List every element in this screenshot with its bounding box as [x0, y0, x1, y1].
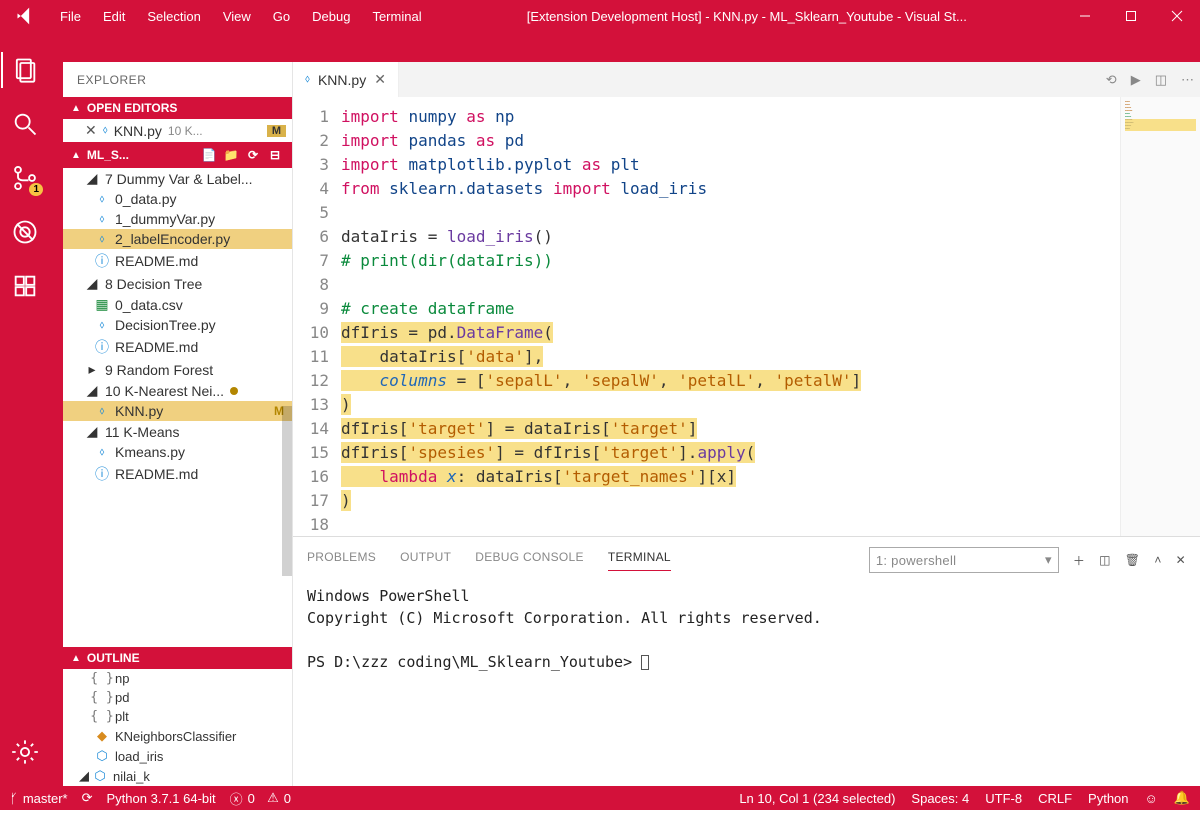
minimap[interactable]: ▬▬▬▬▬▬▬▬▬▬▬▬▬▬▬▬▬▬▬▬▬▬▬▬▬▬▬▬▬▬▬▬▬▬▬▬▬▬▬▬… — [1120, 97, 1200, 536]
scm-badge: 1 — [29, 183, 43, 196]
window-title: [Extension Development Host] - KNN.py - … — [432, 9, 1062, 24]
explorer-view-icon[interactable] — [1, 46, 49, 94]
new-terminal-icon[interactable]: ＋ — [1073, 552, 1085, 569]
modified-badge: M — [267, 125, 286, 137]
code-content[interactable]: import numpy as npimport pandas as pdimp… — [341, 97, 1200, 536]
open-editor-item[interactable]: ✕ ⬨ KNN.py 10 K... M — [63, 119, 292, 142]
folder-item[interactable]: ◢8 Decision Tree — [63, 273, 292, 294]
collapse-all-icon[interactable]: ⊟ — [266, 146, 284, 164]
settings-gear-icon[interactable] — [1, 728, 49, 776]
split-editor-icon[interactable]: ◫ — [1155, 72, 1167, 88]
compare-changes-icon[interactable]: ⟲ — [1106, 72, 1117, 88]
maximize-button[interactable] — [1108, 0, 1154, 32]
python-file-icon: ⬨ — [103, 124, 108, 137]
terminal-select[interactable]: 1: powershell▾ — [869, 547, 1059, 573]
file-item[interactable]: ⬨Kmeans.py — [63, 442, 292, 462]
encoding-status[interactable]: UTF-8 — [985, 791, 1022, 806]
editor-area: ⬨ KNN.py ✕ ⟲ ▶ ◫ ⋯ 123456789101112131415… — [293, 62, 1200, 786]
menu-selection[interactable]: Selection — [137, 3, 210, 30]
modified-dot — [230, 387, 238, 395]
menu-edit[interactable]: Edit — [93, 3, 135, 30]
run-icon[interactable]: ▶ — [1131, 72, 1141, 88]
eol-status[interactable]: CRLF — [1038, 791, 1072, 806]
status-bar: ᚶ master* ⟳ Python 3.7.1 64-bit ⓧ 0 ⚠ 0 … — [0, 786, 1200, 810]
menu-bar: File Edit Selection View Go Debug Termin… — [50, 3, 432, 30]
new-folder-icon[interactable]: 📁 — [222, 146, 240, 164]
window-controls — [1062, 0, 1200, 32]
sidebar: EXPLORER ▲OPEN EDITORS ✕ ⬨ KNN.py 10 K..… — [63, 62, 293, 786]
file-item[interactable]: ⓘREADME.md — [63, 462, 292, 486]
search-view-icon[interactable] — [1, 100, 49, 148]
line-number-gutter: 123456789101112131415161718 — [293, 97, 341, 536]
file-item[interactable]: ⬨2_labelEncoder.py — [63, 229, 292, 249]
folder-item[interactable]: ▸9 Random Forest — [63, 359, 292, 380]
file-item[interactable]: ⬨1_dummyVar.py — [63, 209, 292, 229]
folder-item[interactable]: ◢11 K-Means — [63, 421, 292, 442]
editor-tabs: ⬨ KNN.py ✕ ⟲ ▶ ◫ ⋯ — [293, 62, 1200, 97]
outline-item[interactable]: { }plt — [63, 707, 292, 726]
outline-item[interactable]: ◆KNeighborsClassifier — [63, 726, 292, 746]
more-actions-icon[interactable]: ⋯ — [1181, 72, 1194, 88]
minimize-button[interactable] — [1062, 0, 1108, 32]
close-panel-icon[interactable]: ✕ — [1176, 553, 1186, 567]
file-item[interactable]: ▦0_data.csv — [63, 294, 292, 315]
bottom-panel: PROBLEMS OUTPUT DEBUG CONSOLE TERMINAL 1… — [293, 536, 1200, 786]
code-editor[interactable]: 123456789101112131415161718 import numpy… — [293, 97, 1200, 536]
panel-tab-debug-console[interactable]: DEBUG CONSOLE — [475, 550, 584, 570]
maximize-panel-icon[interactable]: ˄ — [1154, 553, 1161, 567]
activity-bar: 1 — [0, 32, 50, 786]
debug-view-icon[interactable] — [1, 208, 49, 256]
outline-tree: { }np{ }pd{ }plt◆KNeighborsClassifier⬡lo… — [63, 669, 292, 786]
file-item[interactable]: ⬨DecisionTree.py — [63, 315, 292, 335]
folder-item[interactable]: ◢7 Dummy Var & Label... — [63, 168, 292, 189]
title-bar: File Edit Selection View Go Debug Termin… — [0, 0, 1200, 32]
outline-item[interactable]: ⬡load_iris — [63, 746, 292, 766]
notifications-icon[interactable]: 🔔 — [1174, 790, 1190, 806]
menu-terminal[interactable]: Terminal — [362, 3, 431, 30]
language-status[interactable]: Python — [1088, 791, 1128, 806]
menu-view[interactable]: View — [213, 3, 261, 30]
vscode-logo-icon — [0, 6, 50, 26]
outline-item[interactable]: ◢⬡nilai_k — [63, 766, 292, 786]
file-item[interactable]: ⓘREADME.md — [63, 249, 292, 273]
tab-knn[interactable]: ⬨ KNN.py ✕ — [293, 62, 399, 97]
problems-status[interactable]: ⓧ 0 ⚠ 0 — [230, 789, 291, 808]
kill-terminal-icon[interactable]: 🗑 — [1125, 553, 1141, 567]
python-interpreter[interactable]: Python 3.7.1 64-bit — [107, 791, 216, 806]
scrollbar[interactable] — [282, 406, 292, 576]
python-file-icon: ⬨ — [305, 73, 310, 86]
menu-file[interactable]: File — [50, 3, 91, 30]
close-icon[interactable]: ✕ — [85, 122, 97, 139]
new-file-icon[interactable]: 📄 — [200, 146, 218, 164]
file-tree: ◢7 Dummy Var & Label...⬨0_data.py⬨1_dumm… — [63, 168, 292, 647]
panel-tab-terminal[interactable]: TERMINAL — [608, 550, 671, 571]
split-terminal-icon[interactable]: ◫ — [1099, 553, 1111, 567]
source-control-icon[interactable]: 1 — [1, 154, 49, 202]
close-tab-icon[interactable]: ✕ — [374, 71, 386, 88]
indentation-status[interactable]: Spaces: 4 — [911, 791, 969, 806]
folder-item[interactable]: ◢10 K-Nearest Nei... — [63, 380, 292, 401]
file-item[interactable]: ⬨0_data.py — [63, 189, 292, 209]
outline-item[interactable]: { }pd — [63, 688, 292, 707]
cursor-position[interactable]: Ln 10, Col 1 (234 selected) — [739, 791, 895, 806]
extensions-view-icon[interactable] — [1, 262, 49, 310]
sync-icon[interactable]: ⟳ — [82, 790, 93, 806]
outline-item[interactable]: { }np — [63, 669, 292, 688]
menu-go[interactable]: Go — [263, 3, 300, 30]
close-button[interactable] — [1154, 0, 1200, 32]
menu-debug[interactable]: Debug — [302, 3, 360, 30]
panel-tabs: PROBLEMS OUTPUT DEBUG CONSOLE TERMINAL 1… — [293, 537, 1200, 579]
file-item[interactable]: ⬨KNN.pyM — [63, 401, 292, 421]
panel-tab-output[interactable]: OUTPUT — [400, 550, 451, 570]
open-editors-header[interactable]: ▲OPEN EDITORS — [63, 97, 292, 119]
file-item[interactable]: ⓘREADME.md — [63, 335, 292, 359]
sidebar-title: EXPLORER — [63, 62, 292, 97]
terminal[interactable]: Windows PowerShellCopyright (C) Microsof… — [293, 579, 1200, 786]
refresh-icon[interactable]: ⟳ — [244, 146, 262, 164]
feedback-icon[interactable]: ☺ — [1145, 791, 1158, 806]
outline-header[interactable]: ▲OUTLINE — [63, 647, 292, 669]
panel-tab-problems[interactable]: PROBLEMS — [307, 550, 376, 570]
workspace-header[interactable]: ▲ML_S... 📄 📁 ⟳ ⊟ — [63, 142, 292, 168]
git-branch[interactable]: ᚶ master* — [10, 791, 68, 806]
